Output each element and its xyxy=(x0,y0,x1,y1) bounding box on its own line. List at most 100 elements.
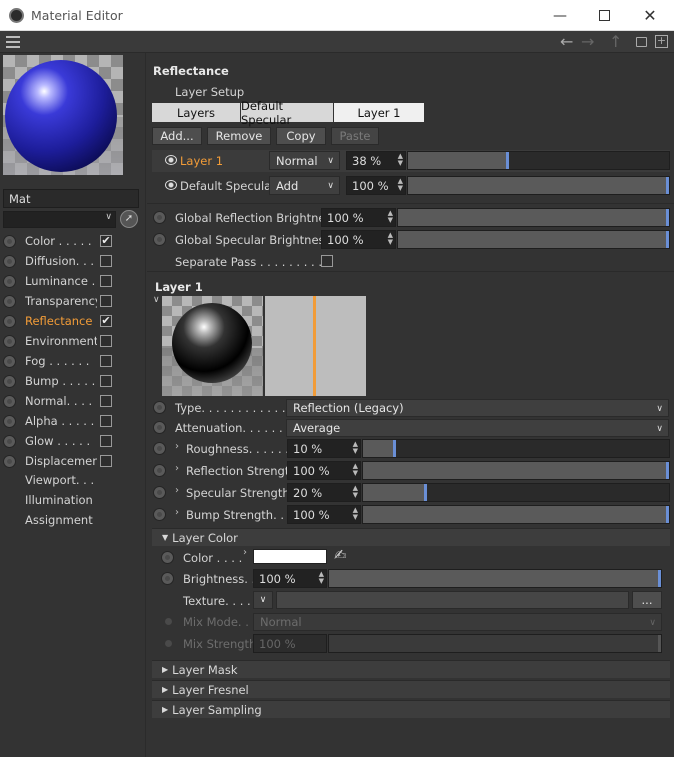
chevron-right-icon[interactable]: › xyxy=(243,547,247,558)
texture-menu[interactable]: ∨ xyxy=(253,591,273,609)
animate-radio[interactable] xyxy=(3,434,16,448)
spinner-icon[interactable]: ▲ ▼ xyxy=(319,571,324,585)
forward-arrow-icon[interactable]: → xyxy=(581,32,594,51)
layer-blend-mode-select[interactable]: Normal ∨ xyxy=(269,151,340,170)
channel-checkbox[interactable]: ✔ xyxy=(100,315,112,327)
channel-label[interactable]: Alpha . . . . . xyxy=(25,414,97,428)
spinner-icon[interactable]: ▲ ▼ xyxy=(353,441,358,455)
texture-browse-button[interactable]: ... xyxy=(632,591,662,609)
layer-name[interactable]: Default Specular xyxy=(180,179,276,193)
animate-radio[interactable] xyxy=(3,314,16,328)
global-specular-field[interactable]: 100 % ▲ ▼ xyxy=(321,230,396,249)
channel-checkbox[interactable] xyxy=(100,255,112,267)
channel-checkbox[interactable] xyxy=(100,435,112,447)
layer-row[interactable]: Default Specular Add ∨ 100 % ▲ ▼ xyxy=(152,175,670,197)
channel-item[interactable]: Bump . . . . . xyxy=(0,371,146,391)
specular-strength-field[interactable]: 20 % ▲ ▼ xyxy=(287,483,361,502)
spinner-icon[interactable]: ▲ ▼ xyxy=(388,232,393,246)
add-layer-button[interactable]: Add... xyxy=(152,127,202,145)
animate-radio[interactable] xyxy=(153,421,166,434)
eye-icon[interactable] xyxy=(165,155,177,165)
bump-strength-slider[interactable] xyxy=(362,505,670,524)
channel-item[interactable]: Color . . . . . ✔ xyxy=(0,231,146,251)
channel-checkbox[interactable]: ✔ xyxy=(100,235,112,247)
material-name-field[interactable]: Mat xyxy=(3,189,139,208)
layer-name[interactable]: Layer 1 xyxy=(180,154,223,168)
brightness-slider[interactable] xyxy=(328,569,662,588)
chevron-right-icon[interactable]: › xyxy=(175,441,179,452)
channel-item[interactable]: Alpha . . . . . xyxy=(0,411,146,431)
layer-strength-field[interactable]: 38 % ▲ ▼ xyxy=(346,151,406,170)
layer-mask-header[interactable]: ▶ Layer Mask xyxy=(152,660,670,678)
channel-item[interactable]: Environment xyxy=(0,331,146,351)
maximize-icon[interactable] xyxy=(582,0,626,31)
channel-checkbox[interactable] xyxy=(100,395,112,407)
lock-icon[interactable] xyxy=(636,37,647,47)
viewport-item[interactable]: Viewport. . . xyxy=(25,473,94,487)
bump-strength-field[interactable]: 100 % ▲ ▼ xyxy=(287,505,361,524)
animate-radio[interactable] xyxy=(3,394,16,408)
channel-item[interactable]: Luminance . . xyxy=(0,271,146,291)
up-arrow-icon[interactable]: ↑ xyxy=(609,32,622,51)
reflection-strength-slider[interactable] xyxy=(362,461,670,480)
channel-label[interactable]: Glow . . . . . xyxy=(25,434,97,448)
layer-strength-slider[interactable] xyxy=(407,176,670,195)
channel-checkbox[interactable] xyxy=(100,275,112,287)
animate-radio[interactable] xyxy=(153,233,166,246)
global-specular-slider[interactable] xyxy=(397,230,670,249)
material-preview[interactable] xyxy=(3,55,123,175)
channel-item[interactable]: Diffusion. . . xyxy=(0,251,146,271)
roughness-slider[interactable] xyxy=(362,439,670,458)
chevron-right-icon[interactable]: › xyxy=(175,463,179,474)
spinner-icon[interactable]: ▲ ▼ xyxy=(353,463,358,477)
attenuation-select[interactable]: Average ∨ xyxy=(286,419,669,437)
layer-sampling-header[interactable]: ▶ Layer Sampling xyxy=(152,700,670,718)
spinner-icon[interactable]: ▲ ▼ xyxy=(353,485,358,499)
animate-radio[interactable] xyxy=(3,294,16,308)
global-reflection-field[interactable]: 100 % ▲ ▼ xyxy=(321,208,396,227)
channel-label[interactable]: Transparency xyxy=(25,294,97,308)
new-window-icon[interactable]: + xyxy=(655,35,668,48)
animate-radio[interactable] xyxy=(153,486,166,499)
animate-radio[interactable] xyxy=(153,211,166,224)
channel-label[interactable]: Diffusion. . . xyxy=(25,254,97,268)
spinner-icon[interactable]: ▲ ▼ xyxy=(398,178,403,192)
type-select[interactable]: Reflection (Legacy) ∨ xyxy=(286,399,669,417)
layer-color-header[interactable]: ▼ Layer Color xyxy=(152,528,670,546)
animate-radio[interactable] xyxy=(153,401,166,414)
tab-default-specular[interactable]: Default Specular xyxy=(241,99,333,127)
animate-radio[interactable] xyxy=(3,454,16,468)
layer-row[interactable]: Layer 1 Normal ∨ 38 % ▲ ▼ xyxy=(152,150,670,172)
layer-strength-field[interactable]: 100 % ▲ ▼ xyxy=(346,176,406,195)
channel-label[interactable]: Environment xyxy=(25,334,97,348)
channel-label[interactable]: Fog . . . . . . xyxy=(25,354,97,368)
channel-checkbox[interactable] xyxy=(100,455,112,467)
channel-label[interactable]: Reflectance . xyxy=(25,314,97,328)
layer-fresnel-header[interactable]: ▶ Layer Fresnel xyxy=(152,680,670,698)
animate-radio[interactable] xyxy=(3,334,16,348)
close-icon[interactable]: ✕ xyxy=(628,0,672,31)
channel-label[interactable]: Bump . . . . . xyxy=(25,374,97,388)
tab-layer-1[interactable]: Layer 1 xyxy=(334,103,424,122)
animate-radio[interactable] xyxy=(153,464,166,477)
remove-layer-button[interactable]: Remove xyxy=(207,127,271,145)
animate-radio[interactable] xyxy=(3,234,16,248)
tab-layers[interactable]: Layers xyxy=(152,103,240,122)
reflection-strength-field[interactable]: 100 % ▲ ▼ xyxy=(287,461,361,480)
hamburger-menu-icon[interactable] xyxy=(6,36,20,48)
channel-item[interactable]: Reflectance . ✔ xyxy=(0,311,146,331)
paste-layer-button[interactable]: Paste xyxy=(331,127,379,145)
separate-pass-checkbox[interactable] xyxy=(321,255,333,267)
copy-layer-button[interactable]: Copy xyxy=(276,127,326,145)
texture-path-field[interactable] xyxy=(276,591,629,609)
layer-blend-mode-select[interactable]: Add ∨ xyxy=(269,176,340,195)
material-selector[interactable]: ∨ xyxy=(3,211,116,228)
channel-checkbox[interactable] xyxy=(100,415,112,427)
animate-radio[interactable] xyxy=(3,254,16,268)
assignment-item[interactable]: Assignment xyxy=(25,513,93,527)
spinner-icon[interactable]: ▲ ▼ xyxy=(353,507,358,521)
back-arrow-icon[interactable]: ← xyxy=(560,32,573,51)
minimize-icon[interactable]: — xyxy=(538,0,582,31)
channel-checkbox[interactable] xyxy=(100,335,112,347)
chevron-right-icon[interactable]: › xyxy=(175,507,179,518)
